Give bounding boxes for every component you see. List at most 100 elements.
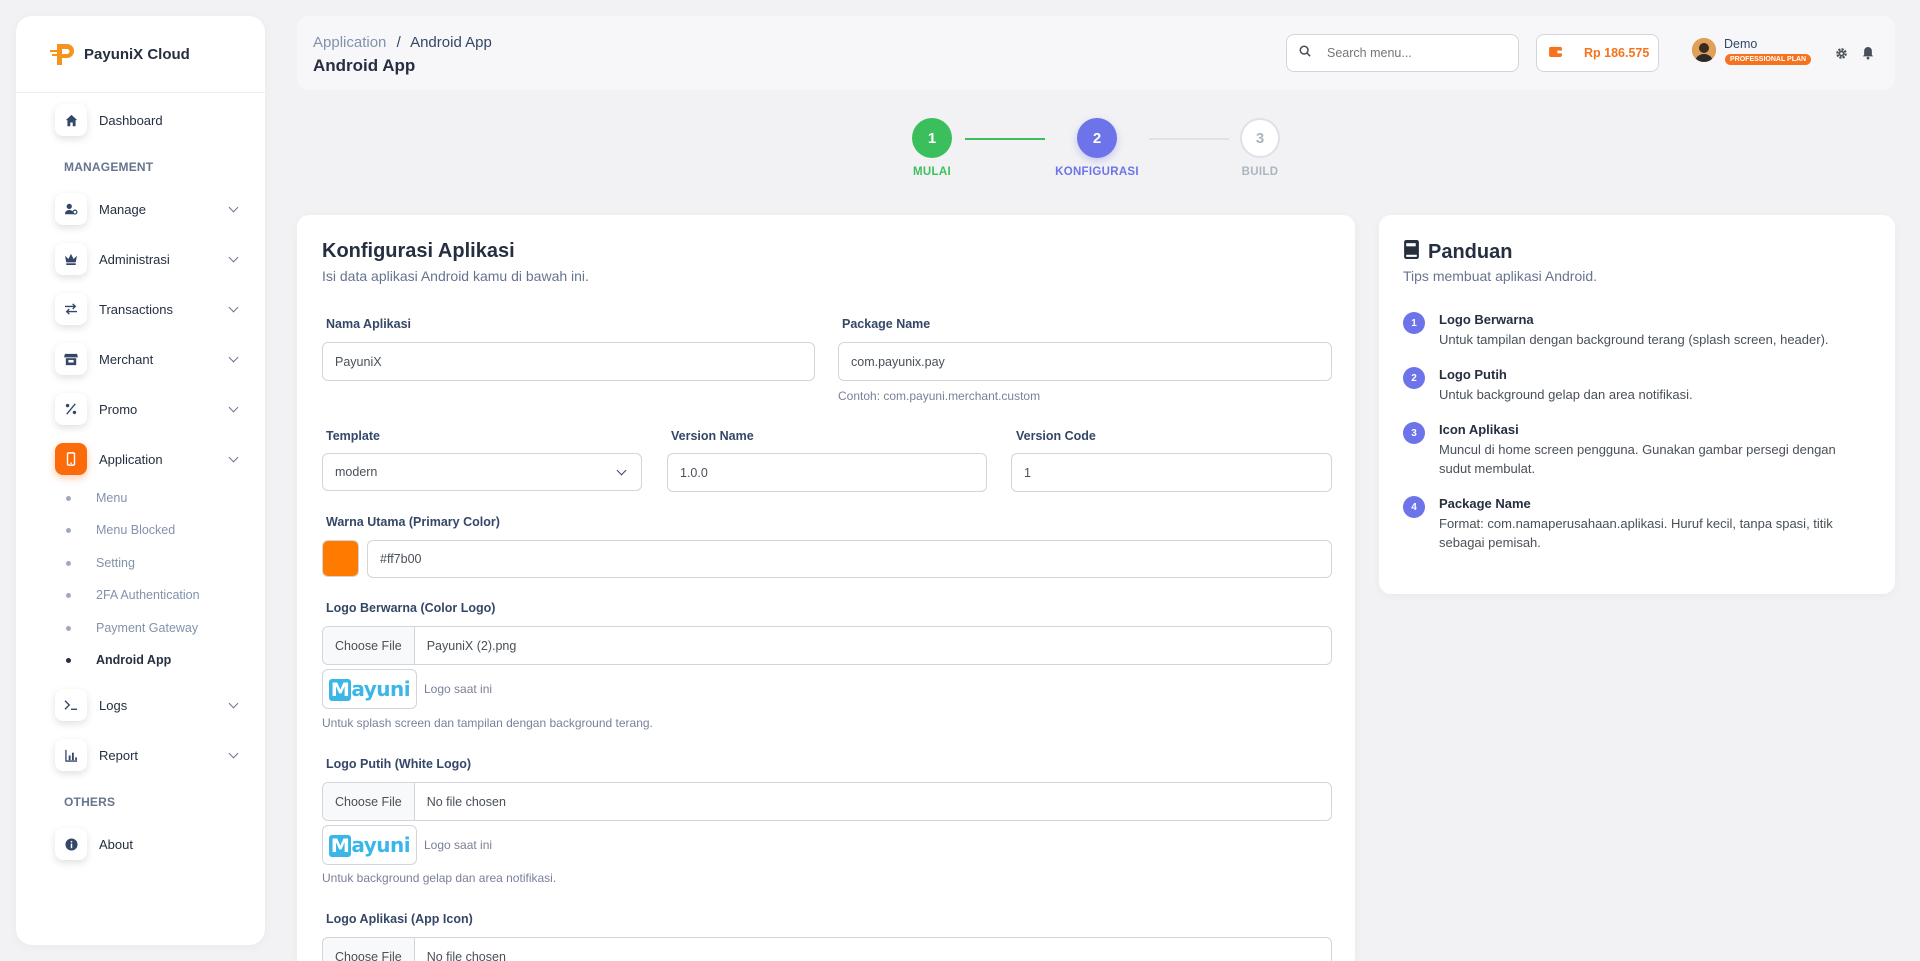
sidebar-item-label: Promo [99, 401, 138, 417]
brand[interactable]: PayuniX Cloud [16, 16, 265, 93]
guide-item-title: Logo Putih [1439, 367, 1507, 382]
sidebar-item-label: Manage [99, 201, 146, 217]
sidebar-subitem-label: Setting [96, 556, 135, 570]
template-select[interactable]: modern [322, 453, 642, 491]
sidebar-subitem-label: Menu Blocked [96, 523, 176, 537]
breadcrumb-current: Android App [410, 34, 492, 51]
breadcrumb-parent[interactable]: Application [313, 34, 386, 51]
balance-button[interactable]: Rp 186.575 [1536, 34, 1659, 72]
logo-m: M [328, 835, 352, 857]
sidebar-item-promo[interactable]: Promo [39, 392, 249, 426]
logo-text: ayuni [351, 677, 411, 701]
step-2-circle: 2 [1077, 118, 1117, 158]
version-name-label: Version Name [671, 429, 754, 443]
guide-item: 2 Logo Putih Untuk background gelap dan a… [1403, 367, 1859, 404]
avatar [1692, 38, 1716, 62]
guide-item-title: Logo Berwarna [1439, 312, 1534, 327]
primary-color-label: Warna Utama (Primary Color) [326, 515, 500, 529]
breadcrumb-separator: / [396, 34, 401, 51]
sidebar-subitem-payment-gateway[interactable]: Payment Gateway [66, 621, 198, 635]
sidebar-item-administrasi[interactable]: Administrasi [39, 242, 249, 276]
chevron-down-icon [228, 698, 239, 708]
app-icon-file-input[interactable]: Choose File No file chosen [322, 937, 1332, 961]
package-name-input[interactable]: com.payunix.pay [838, 342, 1332, 381]
version-code-input[interactable]: 1 [1011, 453, 1332, 492]
logo-text: ayuni [351, 833, 411, 857]
sidebar-item-manage[interactable]: Manage [39, 192, 249, 226]
brand-name: PayuniX Cloud [84, 45, 190, 63]
primary-color-input[interactable]: #ff7b00 [367, 540, 1332, 578]
sidebar-item-transactions[interactable]: Transactions [39, 292, 249, 326]
guide-item-desc: Muncul di home screen pengguna. Gunakan … [1439, 442, 1836, 476]
user-cog-icon [55, 193, 87, 225]
config-form-card: Konfigurasi Aplikasi Isi data aplikasi A… [297, 215, 1355, 961]
gear-icon[interactable] [1835, 47, 1848, 65]
white-logo-file-input[interactable]: Choose File No file chosen [322, 782, 1332, 821]
white-logo-file-name: No file chosen [426, 794, 506, 809]
app-name-input[interactable]: PayuniX [322, 342, 815, 381]
chevron-down-icon [228, 748, 239, 758]
sidebar-item-label: Merchant [99, 351, 154, 367]
version-name-input[interactable]: 1.0.0 [667, 453, 987, 492]
bullet-dot [66, 495, 71, 501]
guide-number-badge: 2 [1403, 367, 1425, 389]
plan-badge: PROFESSIONAL PLAN [1725, 54, 1812, 65]
exchange-icon [55, 293, 87, 325]
guide-item-title: Icon Aplikasi [1439, 422, 1519, 437]
sidebar-item-about[interactable]: About [39, 827, 249, 861]
sidebar-item-logs[interactable]: Logs [39, 688, 249, 722]
app-name-label: Nama Aplikasi [326, 317, 411, 331]
search-box[interactable] [1286, 34, 1519, 72]
sidebar-item-report[interactable]: Report [39, 738, 249, 772]
app-icon-file-name: No file chosen [426, 949, 506, 961]
color-logo-file-input[interactable]: Choose File PayuniX (2).png [322, 626, 1332, 665]
chevron-down-icon [228, 252, 239, 262]
page-title: Android App [313, 56, 416, 75]
mayuni-logo: Mayuni [328, 833, 411, 857]
search-input[interactable] [1327, 46, 1507, 60]
sidebar-item-dashboard[interactable]: Dashboard [39, 103, 249, 137]
step-connector-1 [965, 138, 1045, 140]
sidebar-subitem-label: Menu [96, 491, 128, 505]
sidebar-item-label: About [99, 836, 133, 852]
chart-bar-icon [55, 739, 87, 771]
package-name-help: Contoh: com.payuni.merchant.custom [838, 389, 1041, 403]
sidebar-item-merchant[interactable]: Merchant [39, 342, 249, 376]
mayuni-logo: Mayuni [328, 677, 411, 701]
sidebar-subitem-2fa[interactable]: 2FA Authentication [66, 588, 200, 602]
bell-icon[interactable] [1862, 46, 1874, 65]
bullet-dot [66, 527, 71, 533]
sidebar-item-label: Report [99, 747, 139, 763]
choose-file-button[interactable]: Choose File [323, 627, 415, 664]
template-value: modern [335, 465, 378, 479]
chevron-down-icon [228, 202, 239, 212]
template-label: Template [326, 429, 380, 443]
white-logo-caption: Logo saat ini [424, 838, 493, 852]
sidebar-subitem-label: 2FA Authentication [96, 588, 200, 602]
choose-file-button[interactable]: Choose File [323, 938, 415, 961]
user-menu[interactable]: Demo PROFESSIONAL PLAN [1692, 37, 1812, 65]
wallet-icon [1549, 44, 1562, 62]
color-logo-caption: Logo saat ini [424, 682, 493, 696]
choose-file-button[interactable]: Choose File [323, 783, 415, 820]
sidebar-subitem-label: Payment Gateway [96, 621, 199, 635]
store-icon [55, 343, 87, 375]
top-header: Application / Android App Android App Rp… [297, 16, 1895, 90]
user-name: Demo [1724, 37, 1758, 51]
chevron-down-icon [228, 352, 239, 362]
step-3-label: BUILD [1241, 166, 1279, 178]
version-code-label: Version Code [1016, 429, 1096, 443]
step-1-label: MULAI [913, 166, 951, 178]
sidebar-subitem-menu[interactable]: Menu [66, 491, 127, 505]
step-connector-2 [1149, 138, 1229, 140]
sidebar-item-label: Dashboard [99, 112, 163, 128]
home-icon [55, 104, 87, 136]
sidebar-subitem-menu-blocked[interactable]: Menu Blocked [66, 523, 175, 537]
section-title-others: OTHERS [64, 795, 116, 809]
color-picker[interactable] [322, 540, 359, 577]
sidebar-item-application[interactable]: Application [39, 442, 249, 476]
sidebar-subitem-android-app[interactable]: Android App [66, 653, 171, 667]
guide-card: Panduan Tips membuat aplikasi Android. 1… [1379, 215, 1895, 594]
sidebar-subitem-setting[interactable]: Setting [66, 556, 135, 570]
brand-logo-icon [48, 40, 78, 68]
